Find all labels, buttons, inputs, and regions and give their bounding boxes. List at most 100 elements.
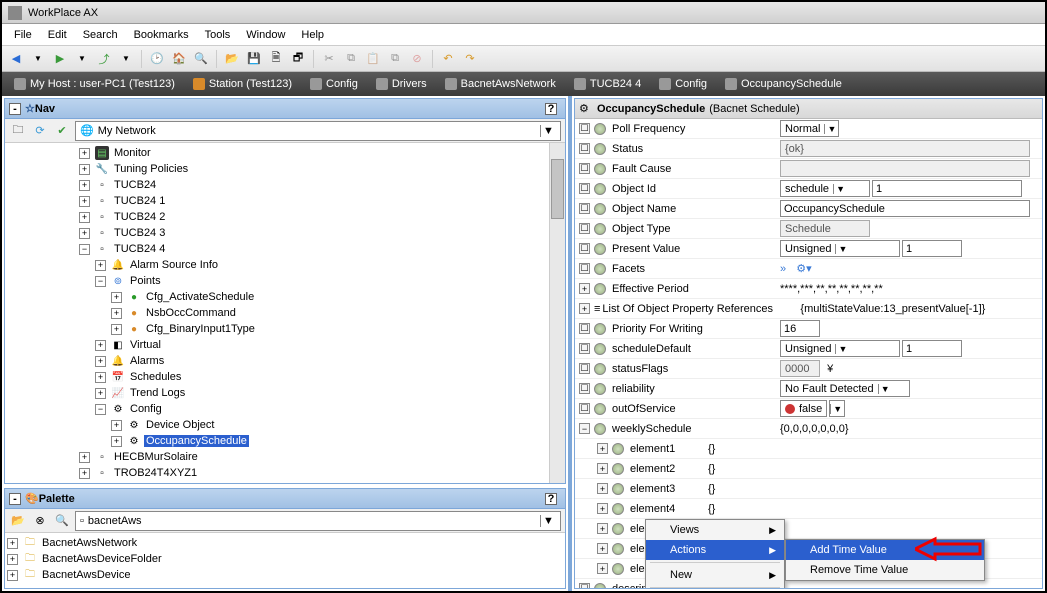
exp-trob[interactable]: + <box>79 468 90 479</box>
exp-t3[interactable]: + <box>79 228 90 239</box>
exp-t0[interactable]: + <box>79 180 90 191</box>
tree-cfgbin[interactable]: Cfg_BinaryInput1Type <box>144 323 257 335</box>
exp-alarmsrc[interactable]: + <box>95 260 106 271</box>
tree-points[interactable]: Points <box>128 275 163 287</box>
palette-folder[interactable]: BacnetAwsDeviceFolder <box>40 553 164 565</box>
back-dd[interactable]: ▼ <box>28 49 48 69</box>
back-button[interactable]: ◀ <box>6 49 26 69</box>
exp-t2[interactable]: + <box>79 212 90 223</box>
objid-num[interactable]: 1 <box>872 180 1022 197</box>
tree-monitor[interactable]: Monitor <box>112 147 153 159</box>
tree-trob[interactable]: TROB24T4XYZ1 <box>112 467 199 479</box>
palette-net[interactable]: BacnetAwsNetwork <box>40 537 139 549</box>
schdef-select[interactable]: Unsigned▼ <box>780 340 900 357</box>
exp-el2[interactable]: + <box>597 463 608 474</box>
exp-objname[interactable]: ☐ <box>579 203 590 214</box>
tree-alarmsrc[interactable]: Alarm Source Info <box>128 259 220 271</box>
exp-poll[interactable]: ☐ <box>579 123 590 134</box>
tree-trend[interactable]: Trend Logs <box>128 387 187 399</box>
tree-t1[interactable]: TUCB24 1 <box>112 195 167 207</box>
tree-virtual[interactable]: Virtual <box>128 339 163 351</box>
exp-present[interactable]: ☐ <box>579 243 590 254</box>
chevron-down-icon[interactable]: ▼ <box>824 124 838 134</box>
exp-listref[interactable]: + <box>579 303 590 314</box>
ctx-views[interactable]: Views▶ <box>646 520 784 540</box>
reliability-select[interactable]: No Fault Detected▼ <box>780 380 910 397</box>
palette-device[interactable]: BacnetAwsDevice <box>40 569 132 581</box>
chevron-down-icon[interactable]: ▼ <box>540 515 556 527</box>
crumb-network[interactable]: BacnetAwsNetwork <box>437 76 564 92</box>
exp-schdef[interactable]: ☐ <box>579 343 590 354</box>
exp-hecb[interactable]: + <box>79 452 90 463</box>
crumb-drivers[interactable]: Drivers <box>368 76 435 92</box>
poll-select[interactable]: Normal▼ <box>780 120 839 137</box>
crumb-config[interactable]: Config <box>302 76 366 92</box>
exp-fault[interactable]: ☐ <box>579 163 590 174</box>
menu-edit[interactable]: Edit <box>40 27 75 43</box>
menu-window[interactable]: Window <box>238 27 293 43</box>
print-button[interactable]: 🗗 <box>288 49 308 69</box>
palette-close-icon[interactable]: ⊗ <box>31 512 49 530</box>
dup-button[interactable]: ⧉ <box>385 49 405 69</box>
exp-virtual[interactable]: + <box>95 340 106 351</box>
tree-t2[interactable]: TUCB24 2 <box>112 211 167 223</box>
facets-value[interactable]: » <box>780 263 786 275</box>
exp-el4[interactable]: + <box>597 503 608 514</box>
exp-devobj[interactable]: + <box>111 420 122 431</box>
exp-reliability[interactable]: ☐ <box>579 383 590 394</box>
exp-objid[interactable]: ☐ <box>579 183 590 194</box>
nav-combo[interactable]: 🌐 My Network ▼ <box>75 121 561 141</box>
nav-help-icon[interactable]: ? <box>545 103 557 115</box>
tree-tuning[interactable]: Tuning Policies <box>112 163 190 175</box>
undo-button[interactable]: ↶ <box>438 49 458 69</box>
home-button[interactable]: 🏠 <box>169 49 189 69</box>
exp-weekly[interactable]: − <box>579 423 590 434</box>
recent-button[interactable]: 🕑 <box>147 49 167 69</box>
oos-toggle[interactable]: false <box>780 400 827 417</box>
open-button[interactable]: 📂 <box>222 49 242 69</box>
tree-t0[interactable]: TUCB24 <box>112 179 158 191</box>
oos-dd[interactable]: ▼ <box>829 400 845 417</box>
ctx-actions[interactable]: Actions▶ <box>646 540 784 560</box>
palette-open-icon[interactable]: 📂 <box>9 512 27 530</box>
nav-refresh-icon[interactable]: ⟳ <box>31 122 49 140</box>
tree-nsb[interactable]: NsbOccCommand <box>144 307 238 319</box>
exp-el1[interactable]: + <box>597 443 608 454</box>
exp-effper[interactable]: + <box>579 283 590 294</box>
paste-button[interactable]: 📋 <box>363 49 383 69</box>
palette-combo[interactable]: ▫ bacnetAws ▼ <box>75 511 561 531</box>
tree-occ-selected[interactable]: OccupancySchedule <box>144 435 249 447</box>
crumb-host[interactable]: My Host : user-PC1 (Test123) <box>6 76 183 92</box>
exp-points[interactable]: − <box>95 276 106 287</box>
exp-paldev[interactable]: + <box>7 570 18 581</box>
tree-t4[interactable]: TUCB24 4 <box>112 243 167 255</box>
crumb-station[interactable]: Station (Test123) <box>185 76 300 92</box>
exp-occ[interactable]: + <box>111 436 122 447</box>
chevron-down-icon[interactable]: ▼ <box>833 184 847 194</box>
exp-objtype[interactable]: ☐ <box>579 223 590 234</box>
menu-bookmarks[interactable]: Bookmarks <box>126 27 197 43</box>
exp-nsb[interactable]: + <box>111 308 122 319</box>
exp-monitor[interactable]: + <box>79 148 90 159</box>
nav-scrollbar[interactable] <box>549 143 565 483</box>
exp-alarms[interactable]: + <box>95 356 106 367</box>
exp-schedules[interactable]: + <box>95 372 106 383</box>
exp-descrip[interactable]: ☐ <box>579 583 590 588</box>
exp-t4[interactable]: − <box>79 244 90 255</box>
exp-el5[interactable]: + <box>597 523 608 534</box>
menu-tools[interactable]: Tools <box>197 27 239 43</box>
menu-help[interactable]: Help <box>293 27 332 43</box>
exp-cfgact[interactable]: + <box>111 292 122 303</box>
exp-t1[interactable]: + <box>79 196 90 207</box>
find-button[interactable]: 🔍 <box>191 49 211 69</box>
tree-devobj[interactable]: Device Object <box>144 419 216 431</box>
schdef-num[interactable]: 1 <box>902 340 962 357</box>
objid-select[interactable]: schedule▼ <box>780 180 870 197</box>
palette-search-icon[interactable]: 🔍 <box>53 512 71 530</box>
flags-edit-icon[interactable]: ¥ <box>827 363 833 375</box>
chevron-down-icon[interactable]: ▼ <box>835 344 849 354</box>
chevron-down-icon[interactable]: ▼ <box>540 125 556 137</box>
fwd-dd[interactable]: ▼ <box>72 49 92 69</box>
chevron-down-icon[interactable]: ▼ <box>878 384 892 394</box>
tree-t3[interactable]: TUCB24 3 <box>112 227 167 239</box>
